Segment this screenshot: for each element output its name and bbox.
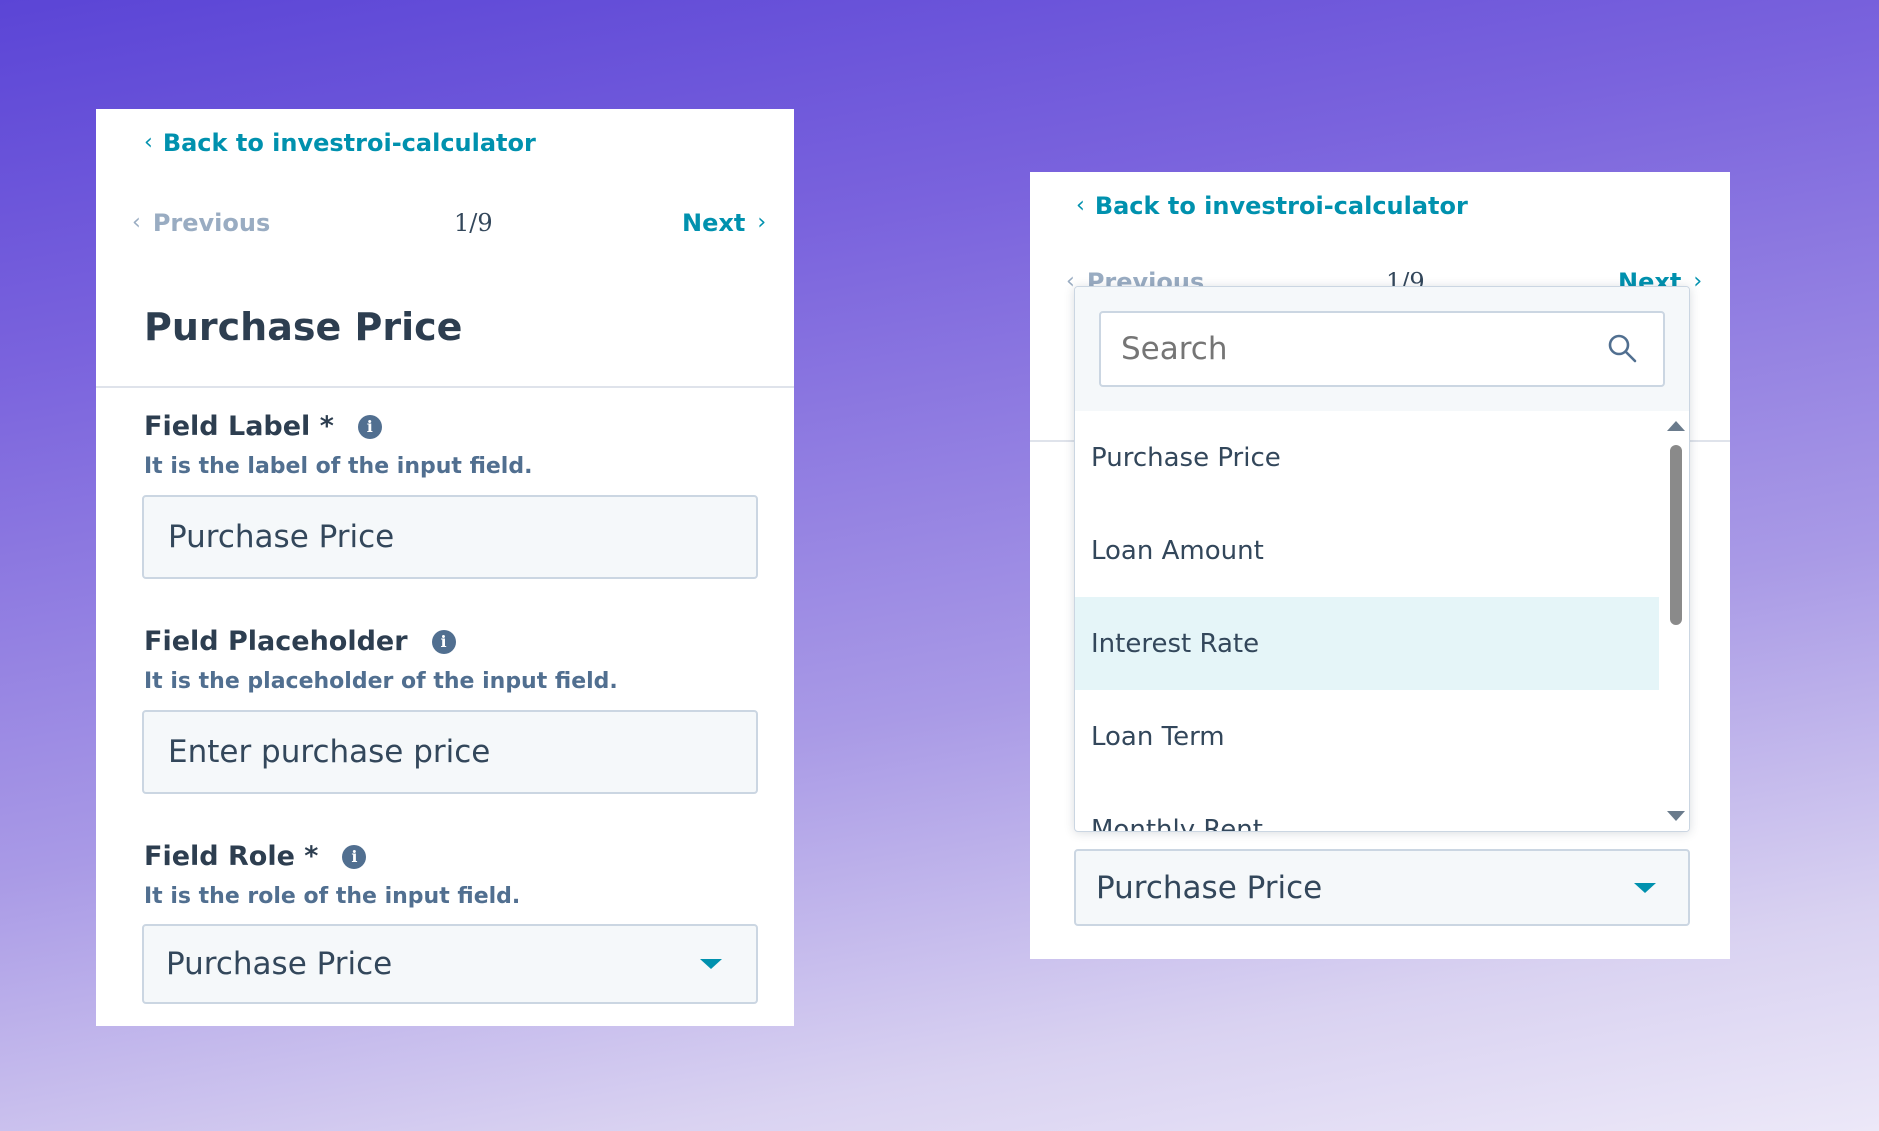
next-button[interactable]: Next › bbox=[682, 209, 766, 237]
dropdown-option[interactable]: Purchase Price bbox=[1075, 411, 1659, 504]
chevron-left-icon: ‹ bbox=[132, 210, 141, 235]
back-link-label: Back to investroi-calculator bbox=[1094, 192, 1468, 220]
chevron-right-icon: › bbox=[757, 210, 767, 235]
dropdown-option[interactable]: Monthly Rent bbox=[1075, 783, 1659, 832]
field-role-heading: Field Role * i bbox=[144, 841, 367, 872]
previous-button[interactable]: ‹ Previous bbox=[132, 209, 270, 237]
chevron-left-icon: ‹ bbox=[1076, 193, 1085, 218]
dropdown-options: Purchase Price Loan Amount Interest Rate… bbox=[1075, 411, 1659, 831]
field-placeholder-value: Enter purchase price bbox=[168, 734, 491, 770]
info-icon[interactable]: i bbox=[342, 844, 367, 869]
field-role-value: Purchase Price bbox=[166, 946, 393, 982]
caret-down-icon bbox=[700, 959, 722, 969]
field-editor-panel: ‹ Back to investroi-calculator ‹ Previou… bbox=[96, 109, 794, 1026]
page-title: Purchase Price bbox=[144, 305, 463, 349]
scroll-down-arrow-icon[interactable] bbox=[1667, 811, 1685, 821]
dropdown-menu: Purchase Price Loan Amount Interest Rate… bbox=[1074, 286, 1690, 832]
dropdown-option-highlighted[interactable]: Interest Rate bbox=[1075, 597, 1659, 690]
field-placeholder-help: It is the placeholder of the input field… bbox=[144, 669, 618, 694]
dropdown-search-area bbox=[1075, 287, 1689, 411]
chevron-right-icon: › bbox=[1693, 269, 1703, 294]
caret-down-icon bbox=[1634, 882, 1656, 893]
field-placeholder-heading: Field Placeholder i bbox=[144, 626, 456, 657]
back-link-label: Back to investroi-calculator bbox=[162, 129, 536, 157]
info-icon[interactable]: i bbox=[357, 414, 382, 439]
dropdown-search-input[interactable] bbox=[1099, 311, 1665, 387]
divider bbox=[96, 386, 794, 388]
field-label-heading: Field Label * i bbox=[144, 411, 382, 442]
search-icon bbox=[1608, 334, 1637, 363]
scroll-up-arrow-icon[interactable] bbox=[1667, 421, 1685, 431]
info-icon[interactable]: i bbox=[431, 629, 456, 654]
field-role-value: Purchase Price bbox=[1096, 869, 1323, 906]
dropdown-scrollbar[interactable] bbox=[1661, 411, 1689, 831]
field-label-help: It is the label of the input field. bbox=[144, 454, 533, 479]
dropdown-option[interactable]: Loan Term bbox=[1075, 690, 1659, 783]
field-placeholder-title: Field Placeholder bbox=[144, 626, 408, 657]
back-link[interactable]: ‹ Back to investroi-calculator bbox=[144, 129, 536, 157]
page-counter: 1/9 bbox=[454, 209, 493, 237]
dropdown-option[interactable]: Loan Amount bbox=[1075, 504, 1659, 597]
field-label-title: Field Label * bbox=[144, 411, 334, 442]
field-role-select[interactable]: Purchase Price bbox=[142, 924, 758, 1004]
field-label-value: Purchase Price bbox=[168, 519, 395, 555]
pagination-row: ‹ Previous 1/9 Next › bbox=[96, 209, 794, 249]
field-role-select[interactable]: Purchase Price bbox=[1074, 849, 1690, 926]
field-role-title: Field Role * bbox=[144, 841, 319, 872]
next-label: Next bbox=[682, 209, 746, 237]
scrollbar-thumb[interactable] bbox=[1670, 445, 1682, 625]
previous-label: Previous bbox=[152, 209, 271, 237]
field-role-dropdown-panel: ‹ Back to investroi-calculator ‹ Previou… bbox=[1030, 172, 1730, 959]
back-link[interactable]: ‹ Back to investroi-calculator bbox=[1076, 192, 1468, 220]
field-label-input[interactable]: Purchase Price bbox=[142, 495, 758, 579]
field-placeholder-input[interactable]: Enter purchase price bbox=[142, 710, 758, 794]
chevron-left-icon: ‹ bbox=[144, 130, 153, 155]
field-role-help: It is the role of the input field. bbox=[144, 884, 521, 909]
